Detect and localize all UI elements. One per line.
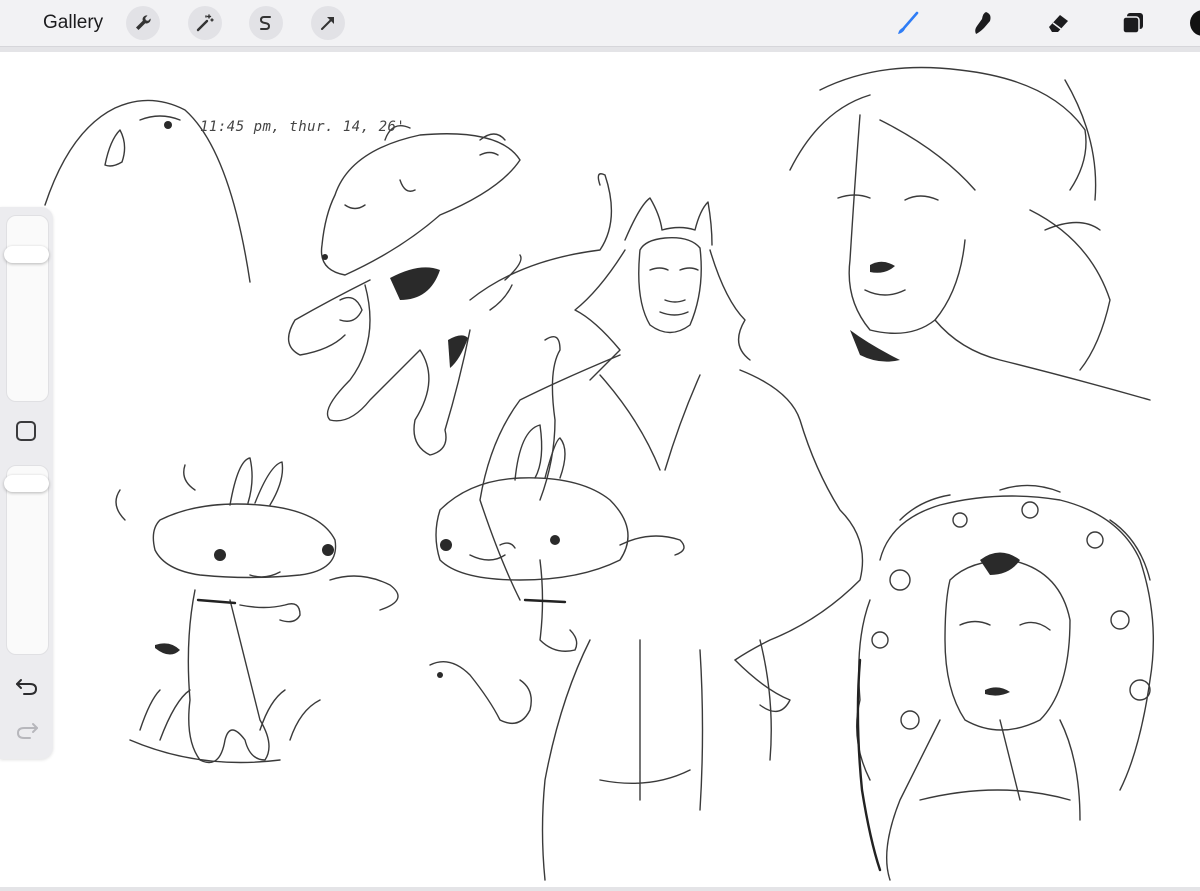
top-toolbar: Gallery bbox=[0, 0, 1200, 47]
drawing-canvas[interactable]: 11:45 pm, thur. 14, 26' bbox=[0, 52, 1200, 887]
sketch-drawing bbox=[44, 66, 1155, 881]
undo-icon[interactable] bbox=[14, 675, 40, 697]
opacity-slider[interactable] bbox=[4, 465, 49, 655]
magic-wand-icon[interactable] bbox=[188, 6, 222, 40]
timestamp-text: 11:45 pm, thur. 14, 26' bbox=[200, 119, 406, 135]
brush-size-knob[interactable] bbox=[4, 246, 49, 263]
brush-icon[interactable] bbox=[893, 8, 923, 38]
smudge-icon[interactable] bbox=[968, 8, 998, 38]
wrench-icon[interactable] bbox=[126, 6, 160, 40]
color-swatch-icon[interactable] bbox=[1190, 10, 1200, 36]
left-sidebar bbox=[0, 207, 53, 759]
opacity-knob[interactable] bbox=[4, 475, 49, 492]
selection-icon[interactable] bbox=[249, 6, 283, 40]
modify-square-icon[interactable] bbox=[16, 421, 36, 441]
eraser-icon[interactable] bbox=[1043, 8, 1073, 38]
brush-size-slider[interactable] bbox=[4, 215, 49, 402]
transform-arrow-icon[interactable] bbox=[311, 6, 345, 40]
gallery-button[interactable]: Gallery bbox=[43, 12, 103, 34]
layers-icon[interactable] bbox=[1118, 8, 1148, 38]
redo-icon[interactable] bbox=[14, 719, 40, 741]
